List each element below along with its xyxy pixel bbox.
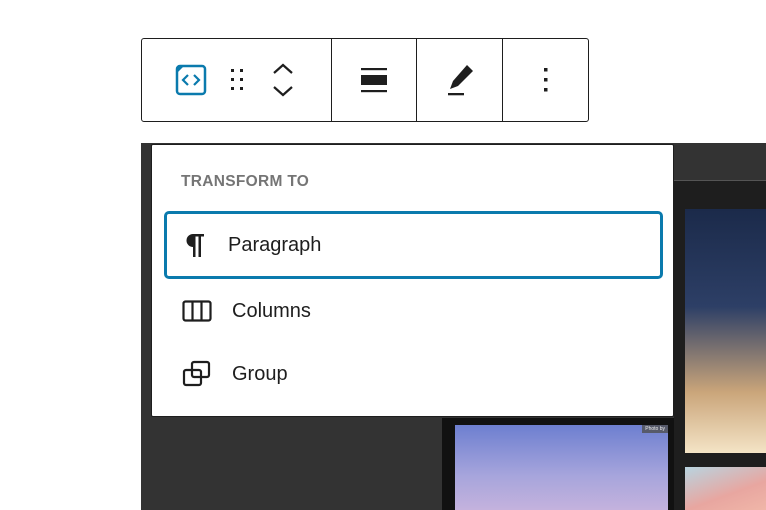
toolbar-group-block: [142, 39, 332, 121]
rocket-launch-image: [685, 209, 766, 453]
pencil-icon: [447, 65, 473, 96]
preview-header: [674, 143, 766, 181]
move-down-button[interactable]: [272, 80, 294, 102]
paragraph-icon: [186, 234, 204, 257]
transform-to-columns[interactable]: Columns: [164, 277, 663, 345]
toolbar-group-options: [503, 39, 588, 121]
item-label: Paragraph: [228, 233, 322, 256]
photo-credit: Photo by: [642, 425, 668, 433]
align-wide-icon: [361, 68, 387, 93]
more-vertical-icon: [543, 68, 547, 92]
transform-to-group[interactable]: Group: [164, 340, 663, 408]
chevron-down-icon: [272, 86, 293, 97]
transform-to-paragraph[interactable]: Paragraph: [164, 211, 663, 279]
group-icon: [182, 360, 211, 387]
drag-icon: [230, 69, 243, 90]
columns-icon: [182, 300, 212, 322]
drag-handle[interactable]: [221, 56, 253, 104]
move-up-button[interactable]: [272, 58, 294, 80]
menu-title: TRANSFORM TO: [181, 173, 310, 190]
chevron-up-icon: [272, 63, 293, 74]
toolbar-group-align: [332, 39, 417, 121]
sky-image: Photo by: [455, 425, 668, 510]
html-block-icon: [175, 64, 206, 96]
item-label: Group: [232, 362, 288, 385]
transform-menu: TRANSFORM TO Paragraph Columns Group: [151, 144, 674, 417]
item-label: Columns: [232, 299, 311, 322]
clouds-image: [685, 467, 766, 510]
highlight-button[interactable]: [436, 56, 484, 104]
block-type-button[interactable]: [167, 56, 215, 104]
align-button[interactable]: [350, 56, 398, 104]
toolbar-group-highlight: [417, 39, 503, 121]
options-button[interactable]: [522, 56, 570, 104]
block-toolbar: [141, 38, 589, 122]
